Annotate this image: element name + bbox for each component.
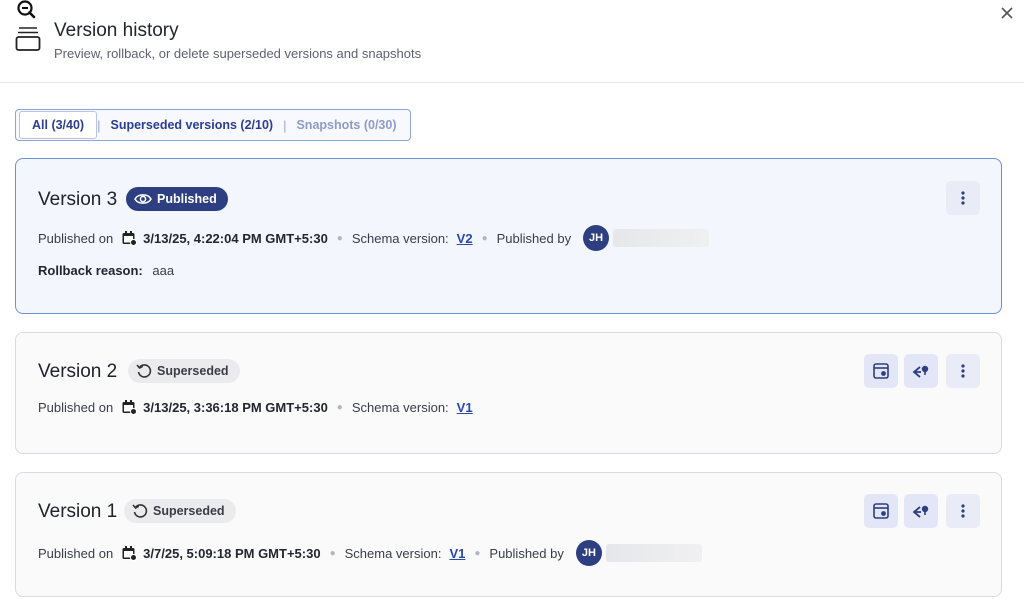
published-date: 3/13/25, 3:36:18 PM GMT+5:30 bbox=[143, 399, 328, 415]
undo-icon bbox=[136, 364, 152, 378]
calendar-icon bbox=[121, 399, 138, 415]
calendar-icon bbox=[121, 545, 138, 561]
version-card[interactable]: Version 3 Published Published on 3/13/25… bbox=[15, 158, 1002, 314]
schema-version-label: Schema version: bbox=[351, 399, 449, 415]
version-title: Version 3 bbox=[38, 189, 118, 210]
more-options-button[interactable] bbox=[946, 181, 980, 215]
more-icon bbox=[961, 504, 965, 518]
status-label: Published bbox=[157, 192, 217, 206]
version-card[interactable]: Version 2 Superseded Published on 3/13/2… bbox=[15, 332, 1002, 454]
rollback-button[interactable] bbox=[904, 354, 938, 388]
status-label: Superseded bbox=[153, 504, 225, 518]
version-meta: Published on 3/13/25, 4:22:04 PM GMT+5:3… bbox=[38, 225, 710, 251]
schema-version-label: Schema version: bbox=[351, 230, 449, 246]
dialog-title: Version history bbox=[54, 20, 179, 41]
published-on-label: Published on bbox=[38, 399, 114, 415]
status-badge-superseded: Superseded bbox=[128, 359, 240, 383]
close-icon bbox=[1001, 7, 1013, 19]
close-button[interactable] bbox=[996, 2, 1018, 24]
dialog-subtitle: Preview, rollback, or delete superseded … bbox=[54, 46, 422, 61]
publisher-name-redacted bbox=[605, 544, 702, 562]
dialog-header: Version history Preview, rollback, or de… bbox=[0, 0, 1024, 83]
preview-button[interactable] bbox=[864, 354, 898, 388]
status-badge-published: Published bbox=[126, 187, 228, 211]
avatar: JH bbox=[583, 225, 610, 251]
schema-version-label: Schema version: bbox=[344, 545, 442, 561]
published-by-label: Published by bbox=[496, 230, 572, 246]
version-title: Version 2 bbox=[38, 361, 118, 382]
preview-icon bbox=[873, 363, 889, 379]
schema-version-link[interactable]: V1 bbox=[457, 400, 473, 415]
filter-tabs: All (3/40) | Superseded versions (2/10) … bbox=[15, 109, 411, 141]
rollback-icon bbox=[912, 505, 929, 518]
rollback-reason-value: aaa bbox=[152, 263, 175, 278]
tab-snapshots[interactable]: Snapshots (0/30) bbox=[286, 112, 406, 138]
tab-separator: | bbox=[97, 117, 101, 133]
version-meta: Published on 3/13/25, 3:36:18 PM GMT+5:3… bbox=[38, 399, 473, 415]
version-card[interactable]: Version 1 Superseded Published on 3/7/25… bbox=[15, 472, 1002, 597]
avatar: JH bbox=[575, 540, 602, 566]
version-meta: Published on 3/7/25, 5:09:18 PM GMT+5:30… bbox=[38, 540, 702, 566]
zoom-out-icon[interactable] bbox=[14, 0, 40, 22]
rollback-button[interactable] bbox=[904, 494, 938, 528]
status-label: Superseded bbox=[157, 364, 229, 378]
more-options-button[interactable] bbox=[946, 494, 980, 528]
published-on-label: Published on bbox=[38, 230, 114, 246]
version-title: Version 1 bbox=[38, 501, 118, 522]
tab-superseded-versions[interactable]: Superseded versions (2/10) bbox=[101, 112, 284, 138]
tab-all[interactable]: All (3/40) bbox=[19, 111, 98, 139]
schema-version-link[interactable]: V2 bbox=[457, 231, 473, 246]
published-date: 3/13/25, 4:22:04 PM GMT+5:30 bbox=[143, 230, 328, 246]
published-by-label: Published by bbox=[489, 545, 564, 561]
rollback-icon bbox=[912, 365, 929, 378]
status-badge-superseded: Superseded bbox=[124, 499, 236, 523]
rollback-reason-label: Rollback reason: bbox=[38, 263, 143, 278]
preview-icon bbox=[873, 503, 889, 519]
history-icon bbox=[14, 24, 44, 54]
rollback-reason: Rollback reason: aaa bbox=[38, 263, 174, 278]
published-date: 3/7/25, 5:09:18 PM GMT+5:30 bbox=[143, 545, 321, 561]
eye-icon bbox=[134, 194, 152, 204]
more-icon bbox=[961, 364, 965, 378]
more-icon bbox=[961, 191, 965, 205]
more-options-button[interactable] bbox=[946, 354, 980, 388]
schema-version-link[interactable]: V1 bbox=[449, 546, 465, 561]
preview-button[interactable] bbox=[864, 494, 898, 528]
calendar-icon bbox=[121, 230, 138, 246]
publisher-name-redacted bbox=[613, 229, 710, 247]
published-on-label: Published on bbox=[38, 545, 114, 561]
undo-icon bbox=[132, 504, 148, 518]
